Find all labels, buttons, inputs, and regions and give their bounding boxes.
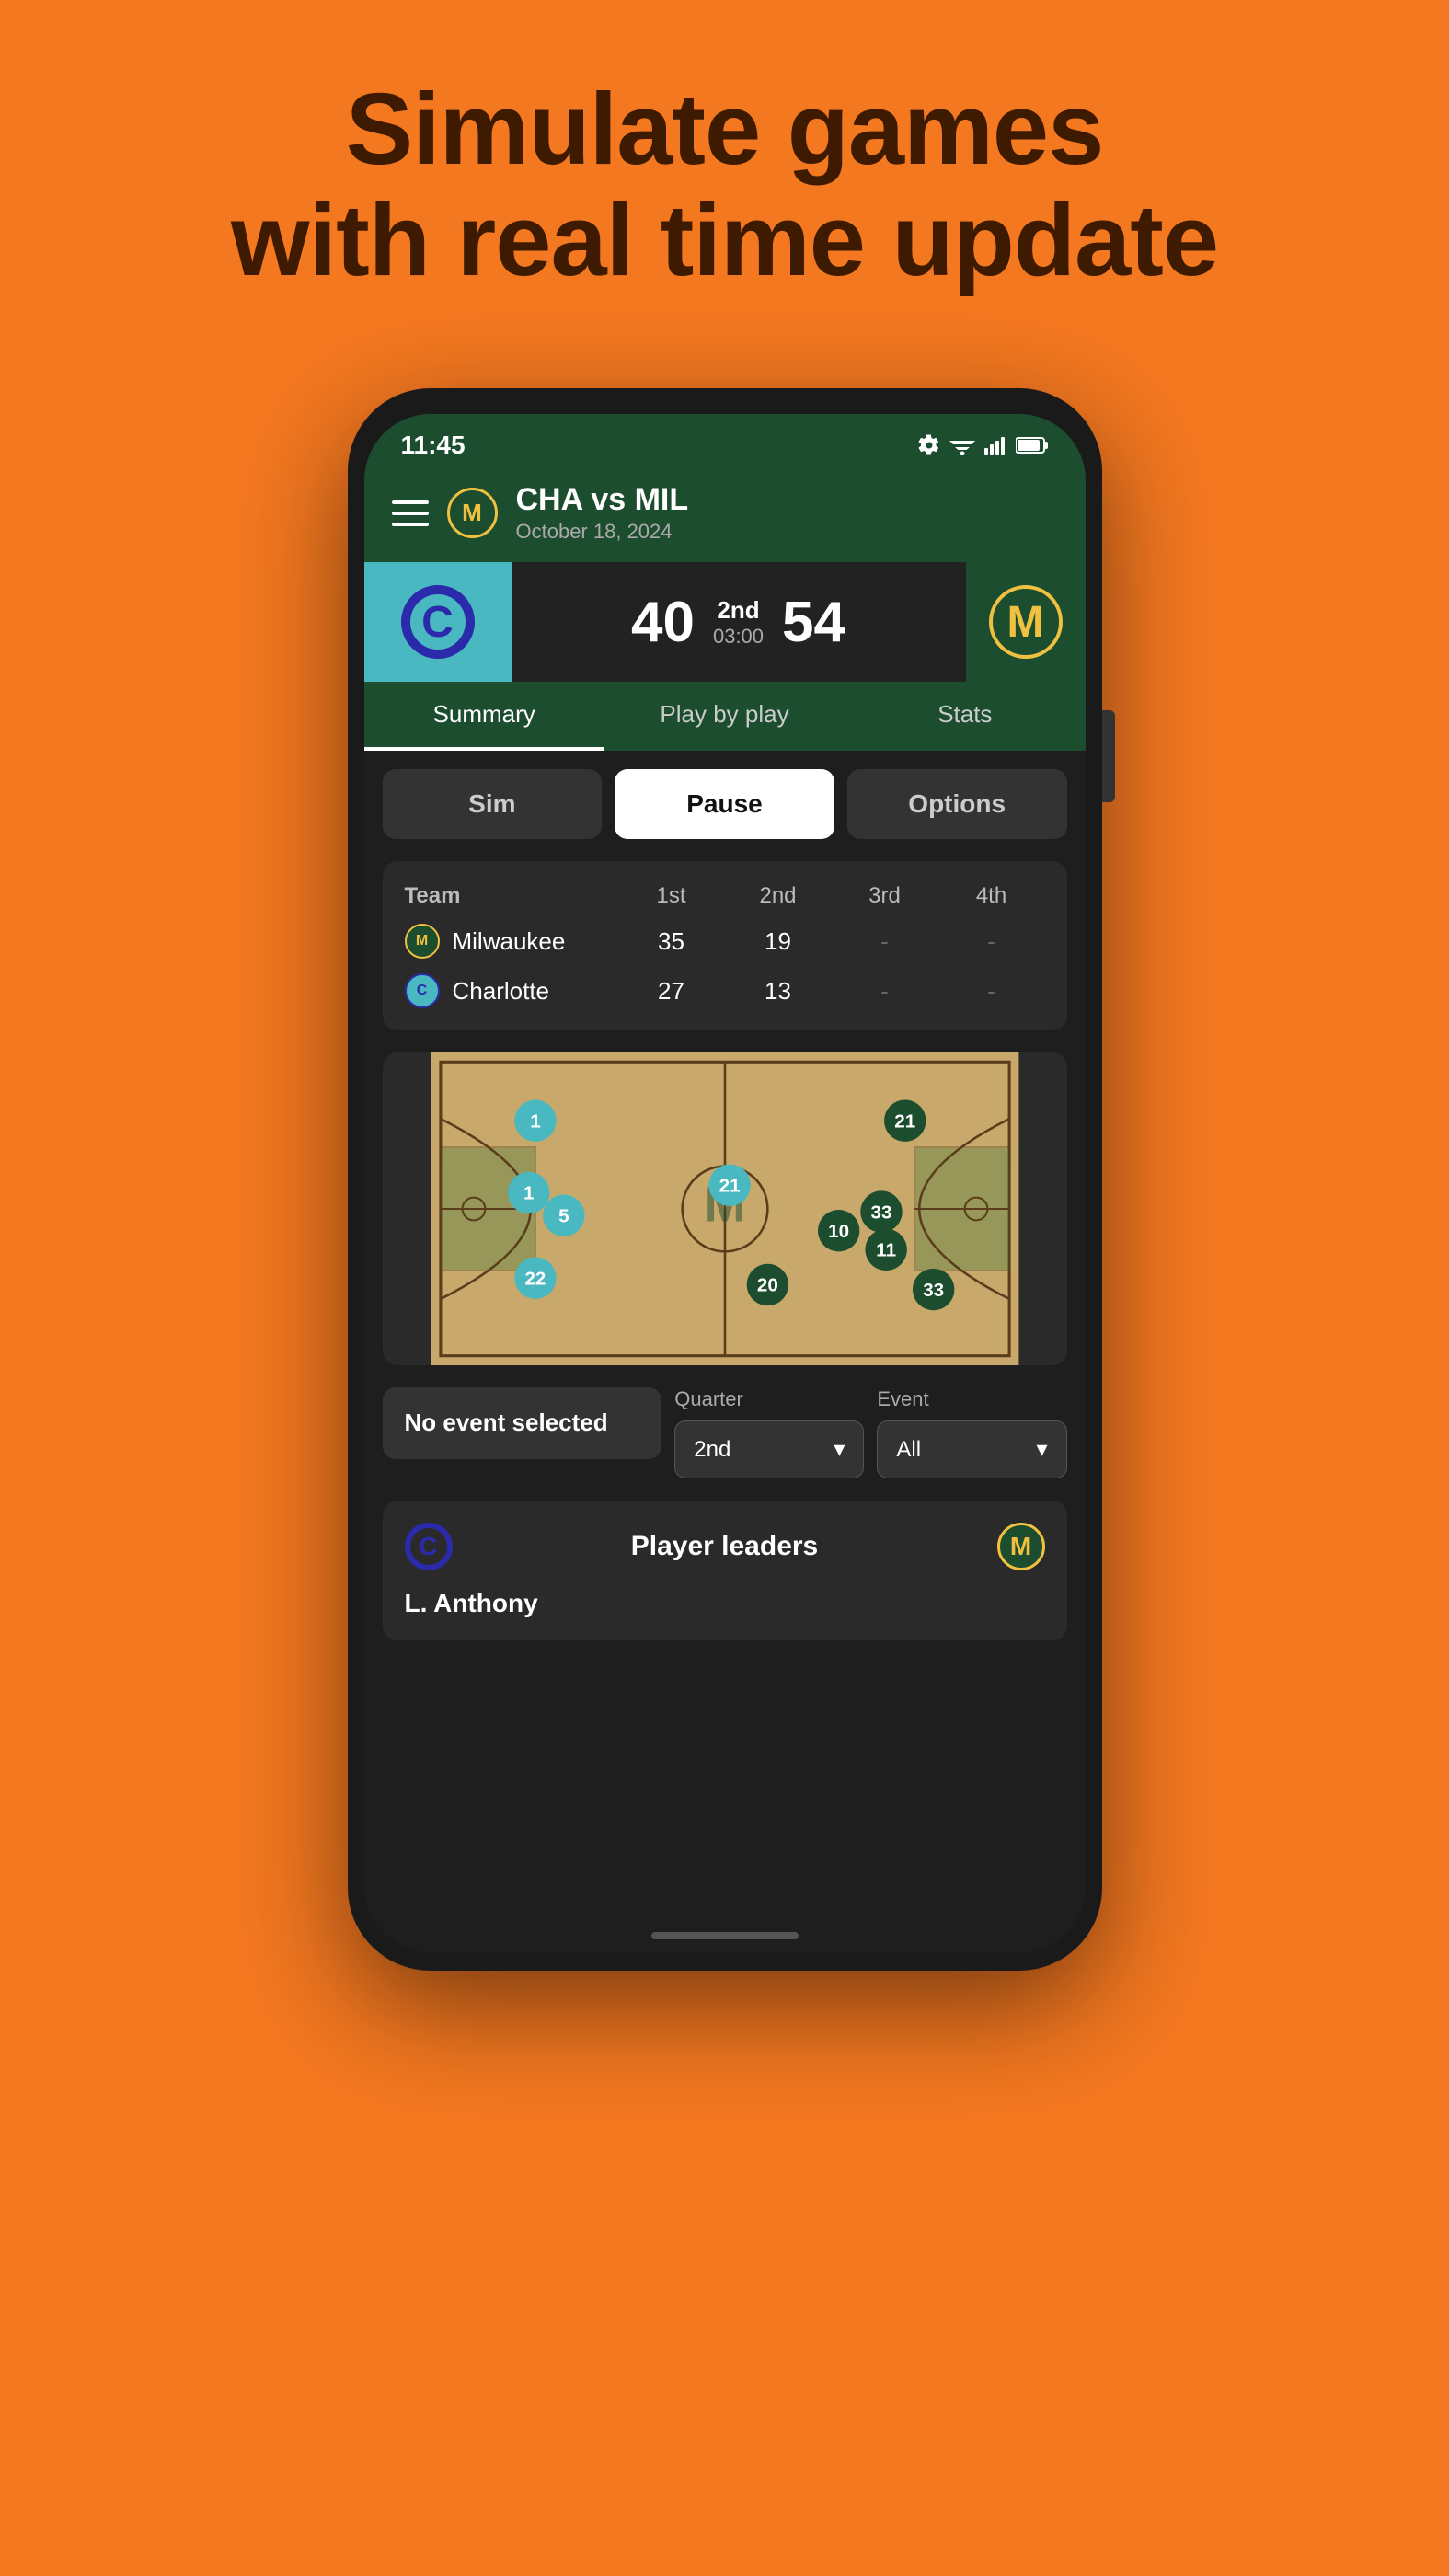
quarter-label: Quarter <box>674 1387 864 1411</box>
tab-summary[interactable]: Summary <box>364 682 604 751</box>
col-header-q4: 4th <box>938 883 1045 909</box>
svg-text:33: 33 <box>870 1202 891 1223</box>
team-cell-milwaukee: M Milwaukee <box>405 924 618 959</box>
settings-icon <box>918 434 940 456</box>
col-header-q2: 2nd <box>725 883 832 909</box>
home-team-logo: M <box>966 562 1086 682</box>
period-label: 2nd <box>713 596 764 625</box>
cha-q3: - <box>832 977 938 1006</box>
col-header-team: Team <box>405 883 618 909</box>
court-svg: M 1 1 5 22 <box>383 1052 1067 1365</box>
player-name: L. Anthony <box>405 1589 1045 1618</box>
options-button[interactable]: Options <box>847 769 1067 839</box>
mil-q1: 35 <box>618 927 725 956</box>
home-indicator <box>364 1919 1086 1952</box>
matchup-date: October 18, 2024 <box>516 520 1058 544</box>
phone-power-button <box>1102 710 1115 802</box>
milwaukee-name: Milwaukee <box>453 927 566 956</box>
status-icons <box>918 434 1049 456</box>
event-dropdown[interactable]: All ▾ <box>877 1420 1066 1478</box>
sim-button[interactable]: Sim <box>383 769 603 839</box>
dropdown-labels: Quarter Event <box>674 1387 1066 1411</box>
tab-play-by-play[interactable]: Play by play <box>604 682 845 751</box>
milwaukee-icon-sm: M <box>405 924 440 959</box>
battery-icon <box>1016 436 1049 454</box>
basketball-court: M 1 1 5 22 <box>383 1052 1067 1365</box>
phone-shell: 11:45 <box>348 388 1102 1971</box>
app-header: M CHA vs MIL October 18, 2024 <box>364 469 1086 562</box>
mil-q3: - <box>832 927 938 956</box>
player-leaders-header: C Player leaders M <box>405 1523 1045 1570</box>
quarter-dropdown[interactable]: 2nd ▾ <box>674 1420 864 1478</box>
milwaukee-logo: M <box>989 585 1063 659</box>
filter-dropdowns: Quarter Event 2nd ▾ All ▾ <box>674 1387 1066 1478</box>
svg-text:1: 1 <box>523 1183 533 1204</box>
milwaukee-logo-leaders: M <box>997 1523 1045 1570</box>
svg-text:20: 20 <box>756 1275 777 1296</box>
status-bar: 11:45 <box>364 414 1086 469</box>
wifi-icon <box>949 435 975 455</box>
table-row: C Charlotte 27 13 - - <box>405 973 1045 1008</box>
charlotte-logo: C <box>401 585 475 659</box>
status-time: 11:45 <box>401 431 466 460</box>
away-score: 40 <box>631 590 695 655</box>
svg-text:22: 22 <box>524 1268 546 1289</box>
cha-q4: - <box>938 977 1045 1006</box>
no-event-label: No event selected <box>405 1408 640 1439</box>
svg-text:21: 21 <box>719 1175 740 1196</box>
mil-q2: 19 <box>725 927 832 956</box>
header-text-group: CHA vs MIL October 18, 2024 <box>516 482 1058 544</box>
phone-screen: 11:45 <box>364 414 1086 1952</box>
svg-text:11: 11 <box>876 1240 896 1261</box>
cha-q1: 27 <box>618 977 725 1006</box>
hero-title: Simulate games with real time update <box>231 74 1218 296</box>
period-display: 2nd 03:00 <box>713 596 764 649</box>
pause-button[interactable]: Pause <box>615 769 834 839</box>
score-table: Team 1st 2nd 3rd 4th M Milwaukee 35 19 <box>383 861 1067 1030</box>
col-header-q3: 3rd <box>832 883 938 909</box>
home-bar <box>651 1932 799 1939</box>
cha-q2: 13 <box>725 977 832 1006</box>
charlotte-name: Charlotte <box>453 977 550 1006</box>
away-team-logo: C <box>364 562 512 682</box>
score-middle: 40 2nd 03:00 54 <box>512 562 966 682</box>
player-leaders-title: Player leaders <box>453 1531 997 1562</box>
mil-q4: - <box>938 927 1045 956</box>
svg-text:5: 5 <box>558 1205 569 1226</box>
charlotte-logo-leaders: C <box>405 1523 453 1570</box>
event-selector: No event selected Quarter Event 2nd ▾ <box>383 1387 1067 1478</box>
svg-text:21: 21 <box>894 1110 915 1132</box>
game-clock: 03:00 <box>713 625 764 649</box>
team-cell-charlotte: C Charlotte <box>405 973 618 1008</box>
svg-text:1: 1 <box>530 1110 540 1132</box>
no-event-box: No event selected <box>383 1387 662 1459</box>
menu-button[interactable] <box>392 500 429 526</box>
table-row: M Milwaukee 35 19 - - <box>405 924 1045 959</box>
score-table-header: Team 1st 2nd 3rd 4th <box>405 883 1045 909</box>
svg-text:10: 10 <box>828 1221 849 1242</box>
dropdown-row: 2nd ▾ All ▾ <box>674 1420 1066 1478</box>
tab-stats[interactable]: Stats <box>845 682 1085 751</box>
home-score: 54 <box>782 590 845 655</box>
quarter-chevron-icon: ▾ <box>834 1436 845 1463</box>
matchup-title: CHA vs MIL <box>516 482 1058 518</box>
player-leaders-section: C Player leaders M L. Anthony <box>383 1501 1067 1640</box>
quarter-value: 2nd <box>694 1437 730 1463</box>
tab-bar: Summary Play by play Stats <box>364 682 1086 751</box>
event-chevron-icon: ▾ <box>1036 1436 1047 1463</box>
col-header-q1: 1st <box>618 883 725 909</box>
event-label: Event <box>877 1387 1066 1411</box>
event-value: All <box>896 1437 921 1463</box>
sim-control-buttons: Sim Pause Options <box>383 769 1067 839</box>
header-team-logo: M <box>447 488 498 538</box>
phone-mockup: 11:45 <box>348 388 1102 1971</box>
content-area: Sim Pause Options Team 1st 2nd 3rd 4th <box>364 751 1086 1919</box>
charlotte-icon-sm: C <box>405 973 440 1008</box>
svg-text:33: 33 <box>923 1280 944 1301</box>
score-section: C 40 2nd 03:00 54 M <box>364 562 1086 682</box>
signal-icon <box>984 435 1006 455</box>
